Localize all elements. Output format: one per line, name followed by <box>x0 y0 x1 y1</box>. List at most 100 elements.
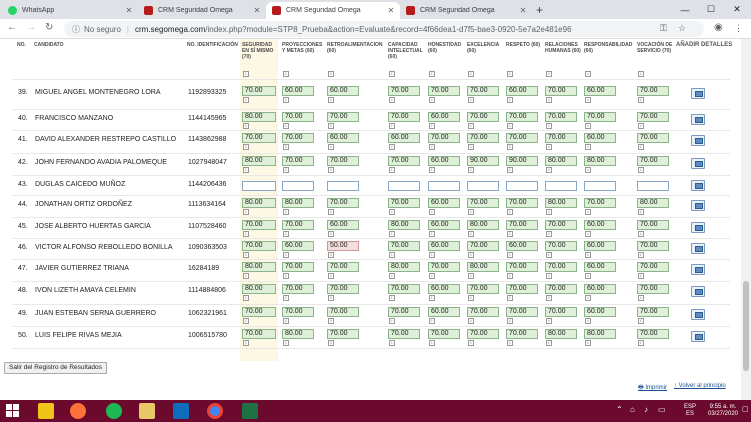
score-info-icon[interactable]: i <box>468 252 474 258</box>
score-input[interactable]: 70.00 <box>584 112 616 122</box>
score-input[interactable]: 70.00 <box>388 198 420 208</box>
score-info-icon[interactable]: i <box>429 231 435 237</box>
score-info-icon[interactable]: i <box>283 71 289 77</box>
score-input[interactable]: 80.00 <box>242 156 276 166</box>
score-info-icon[interactable]: i <box>468 144 474 150</box>
score-input[interactable]: 80.00 <box>584 156 616 166</box>
score-input[interactable] <box>506 181 538 191</box>
score-info-icon[interactable]: i <box>546 231 552 237</box>
score-info-icon[interactable]: i <box>389 144 395 150</box>
score-input[interactable]: 80.00 <box>467 262 499 272</box>
score-info-icon[interactable]: i <box>328 295 334 301</box>
score-input[interactable]: 70.00 <box>637 284 669 294</box>
score-input[interactable]: 70.00 <box>637 220 669 230</box>
score-info-icon[interactable]: i <box>429 97 435 103</box>
score-input[interactable]: 70.00 <box>428 86 460 96</box>
score-input[interactable]: 80.00 <box>242 112 276 122</box>
score-input[interactable]: 70.00 <box>428 262 460 272</box>
score-info-icon[interactable]: i <box>638 144 644 150</box>
score-info-icon[interactable]: i <box>507 167 513 173</box>
score-input[interactable]: 60.00 <box>584 220 616 230</box>
score-info-icon[interactable]: i <box>507 71 513 77</box>
score-input[interactable]: 70.00 <box>545 86 577 96</box>
score-info-icon[interactable]: i <box>283 97 289 103</box>
score-input[interactable]: 60.00 <box>428 307 460 317</box>
score-input[interactable]: 70.00 <box>327 198 359 208</box>
score-info-icon[interactable]: i <box>585 295 591 301</box>
folder-icon[interactable] <box>139 403 155 419</box>
key-icon[interactable]: ⚿ <box>660 23 667 34</box>
score-input[interactable]: 70.00 <box>428 329 460 339</box>
score-input[interactable]: 70.00 <box>584 198 616 208</box>
score-input[interactable]: 80.00 <box>467 220 499 230</box>
score-info-icon[interactable]: i <box>507 144 513 150</box>
score-info-icon[interactable]: i <box>389 231 395 237</box>
score-input[interactable] <box>637 181 669 191</box>
tab-crm-1[interactable]: CRM Seguridad Omega ✕ <box>138 2 266 19</box>
tab-whatsapp[interactable]: WhatsApp ✕ <box>2 2 138 19</box>
score-input[interactable]: 70.00 <box>467 198 499 208</box>
close-icon[interactable]: ✕ <box>252 6 262 15</box>
score-input[interactable]: 70.00 <box>467 329 499 339</box>
page-scrollbar[interactable] <box>741 39 751 400</box>
language-indicator[interactable]: ESP ES <box>684 404 696 418</box>
outlook-icon[interactable] <box>173 403 189 419</box>
score-input[interactable]: 70.00 <box>282 133 314 143</box>
score-input[interactable]: 50.00 <box>327 241 359 251</box>
score-input[interactable]: 80.00 <box>282 329 314 339</box>
back-button[interactable]: ← <box>7 22 17 33</box>
score-input[interactable]: 70.00 <box>282 262 314 272</box>
score-info-icon[interactable]: i <box>429 167 435 173</box>
score-info-icon[interactable]: i <box>468 167 474 173</box>
score-info-icon[interactable]: i <box>429 252 435 258</box>
score-info-icon[interactable]: i <box>507 318 513 324</box>
score-input[interactable]: 60.00 <box>584 133 616 143</box>
score-input[interactable] <box>327 181 359 191</box>
score-input[interactable]: 70.00 <box>388 307 420 317</box>
close-icon[interactable]: ✕ <box>124 6 134 15</box>
score-input[interactable]: 70.00 <box>327 284 359 294</box>
score-info-icon[interactable]: i <box>328 71 334 77</box>
score-info-icon[interactable]: i <box>585 318 591 324</box>
score-info-icon[interactable]: i <box>546 318 552 324</box>
score-info-icon[interactable]: i <box>283 209 289 215</box>
score-info-icon[interactable]: i <box>468 295 474 301</box>
score-input[interactable]: 80.00 <box>584 329 616 339</box>
score-info-icon[interactable]: i <box>389 97 395 103</box>
add-details-button[interactable] <box>691 180 705 191</box>
score-info-icon[interactable]: i <box>585 97 591 103</box>
close-window-button[interactable]: ✕ <box>724 0 750 19</box>
star-icon[interactable]: ☆ <box>678 23 686 34</box>
score-input[interactable]: 70.00 <box>242 86 276 96</box>
score-input[interactable]: 70.00 <box>467 112 499 122</box>
score-info-icon[interactable]: i <box>328 123 334 129</box>
score-input[interactable] <box>242 181 276 191</box>
score-info-icon[interactable]: i <box>585 167 591 173</box>
score-input[interactable] <box>467 181 499 191</box>
score-input[interactable]: 80.00 <box>545 198 577 208</box>
score-info-icon[interactable]: i <box>283 318 289 324</box>
score-input[interactable]: 60.00 <box>327 133 359 143</box>
score-info-icon[interactable]: i <box>585 144 591 150</box>
exit-results-button[interactable]: Salir del Registro de Resultados <box>4 362 107 374</box>
score-info-icon[interactable]: i <box>429 295 435 301</box>
score-info-icon[interactable]: i <box>507 231 513 237</box>
score-input[interactable]: 70.00 <box>467 86 499 96</box>
score-input[interactable]: 60.00 <box>428 112 460 122</box>
maximize-button[interactable]: ☐ <box>698 0 724 19</box>
close-icon[interactable]: ✕ <box>518 6 528 15</box>
menu-icon[interactable]: ⋮ <box>734 23 743 34</box>
score-info-icon[interactable]: i <box>546 295 552 301</box>
score-info-icon[interactable]: i <box>243 97 249 103</box>
score-info-icon[interactable]: i <box>283 273 289 279</box>
score-input[interactable]: 70.00 <box>282 156 314 166</box>
score-info-icon[interactable]: i <box>638 273 644 279</box>
chevron-up-icon[interactable]: ⌃ <box>616 406 623 414</box>
score-info-icon[interactable]: i <box>328 231 334 237</box>
score-input[interactable]: 70.00 <box>242 220 276 230</box>
score-info-icon[interactable]: i <box>546 144 552 150</box>
score-input[interactable]: 70.00 <box>637 329 669 339</box>
chrome-icon[interactable] <box>207 403 223 419</box>
score-info-icon[interactable]: i <box>468 231 474 237</box>
score-info-icon[interactable]: i <box>283 144 289 150</box>
